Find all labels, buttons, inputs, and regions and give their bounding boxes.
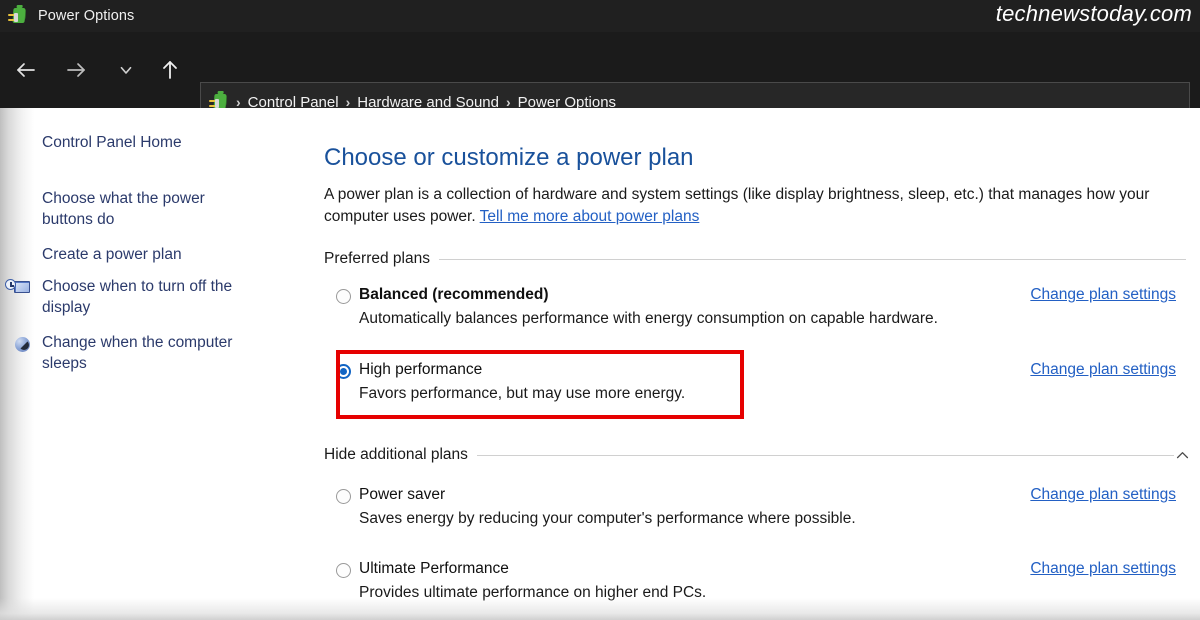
forward-arrow-icon[interactable] xyxy=(56,50,96,90)
change-plan-settings-high-performance[interactable]: Change plan settings xyxy=(1030,361,1176,379)
sidebar-item-control-panel-home[interactable]: Control Panel Home xyxy=(42,132,274,153)
sidebar-item-computer-sleeps[interactable]: Change when the computer sleeps xyxy=(15,332,270,374)
main-panel: Choose or customize a power plan A power… xyxy=(310,108,1200,620)
page-description-text: A power plan is a collection of hardware… xyxy=(324,186,1150,225)
tell-me-more-link[interactable]: Tell me more about power plans xyxy=(480,208,700,225)
section-label: Hide additional plans xyxy=(324,446,468,463)
plan-description: Favors performance, but may use more ene… xyxy=(359,385,686,402)
content-area: Control Panel Home Choose what the power… xyxy=(0,108,1200,620)
plan-description: Provides ultimate performance on higher … xyxy=(359,584,707,601)
watermark: technewstoday.com xyxy=(995,1,1192,26)
radio-ultimate-performance[interactable] xyxy=(336,563,351,578)
plan-name: Power saver xyxy=(359,486,446,503)
page-description: A power plan is a collection of hardware… xyxy=(324,184,1182,228)
radio-power-saver[interactable] xyxy=(336,489,351,504)
chevron-up-icon[interactable] xyxy=(1172,445,1192,465)
power-options-window: Power Options technewstoday.com › Contro… xyxy=(0,0,1200,620)
sidebar-item-choose-power-buttons[interactable]: Choose what the power buttons do xyxy=(42,188,242,230)
sidebar-item-label: Choose when to turn off the display xyxy=(42,278,233,316)
plan-description: Automatically balances performance with … xyxy=(359,310,938,327)
sidebar-item-label: Choose what the power buttons do xyxy=(42,190,205,228)
change-plan-settings-ultimate-performance[interactable]: Change plan settings xyxy=(1030,560,1176,578)
up-arrow-icon[interactable] xyxy=(150,50,190,90)
plan-name: Balanced (recommended) xyxy=(359,286,549,303)
section-divider xyxy=(476,454,1174,456)
sidebar-item-label: Create a power plan xyxy=(42,246,182,263)
plan-name: Ultimate Performance xyxy=(359,560,509,577)
sidebar-item-create-power-plan[interactable]: Create a power plan xyxy=(42,244,274,265)
sidebar-item-label: Control Panel Home xyxy=(42,134,182,151)
change-plan-settings-power-saver[interactable]: Change plan settings xyxy=(1030,486,1176,504)
sidebar-item-turn-off-display[interactable]: Choose when to turn off the display xyxy=(5,276,270,318)
window-title: Power Options xyxy=(38,8,135,24)
plan-description: Saves energy by reducing your computer's… xyxy=(359,510,856,527)
sidebar-item-label: Change when the computer sleeps xyxy=(42,334,233,372)
title-bar: Power Options technewstoday.com xyxy=(0,0,1200,32)
change-plan-settings-balanced[interactable]: Change plan settings xyxy=(1030,286,1176,304)
page-title: Choose or customize a power plan xyxy=(324,144,694,171)
section-header-additional-plans[interactable]: Hide additional plans xyxy=(324,445,1188,465)
sidebar: Control Panel Home Choose what the power… xyxy=(0,108,310,620)
section-header-preferred-plans: Preferred plans xyxy=(324,249,1186,269)
plan-name: High performance xyxy=(359,361,483,378)
section-label: Preferred plans xyxy=(324,250,430,267)
back-arrow-icon[interactable] xyxy=(6,50,46,90)
section-divider xyxy=(438,258,1186,260)
chevron-down-icon[interactable] xyxy=(106,50,146,90)
radio-balanced[interactable] xyxy=(336,289,351,304)
power-plug-icon xyxy=(8,6,28,26)
navigation-bar: › Control Panel › Hardware and Sound › P… xyxy=(0,32,1200,122)
radio-high-performance[interactable] xyxy=(336,364,351,379)
